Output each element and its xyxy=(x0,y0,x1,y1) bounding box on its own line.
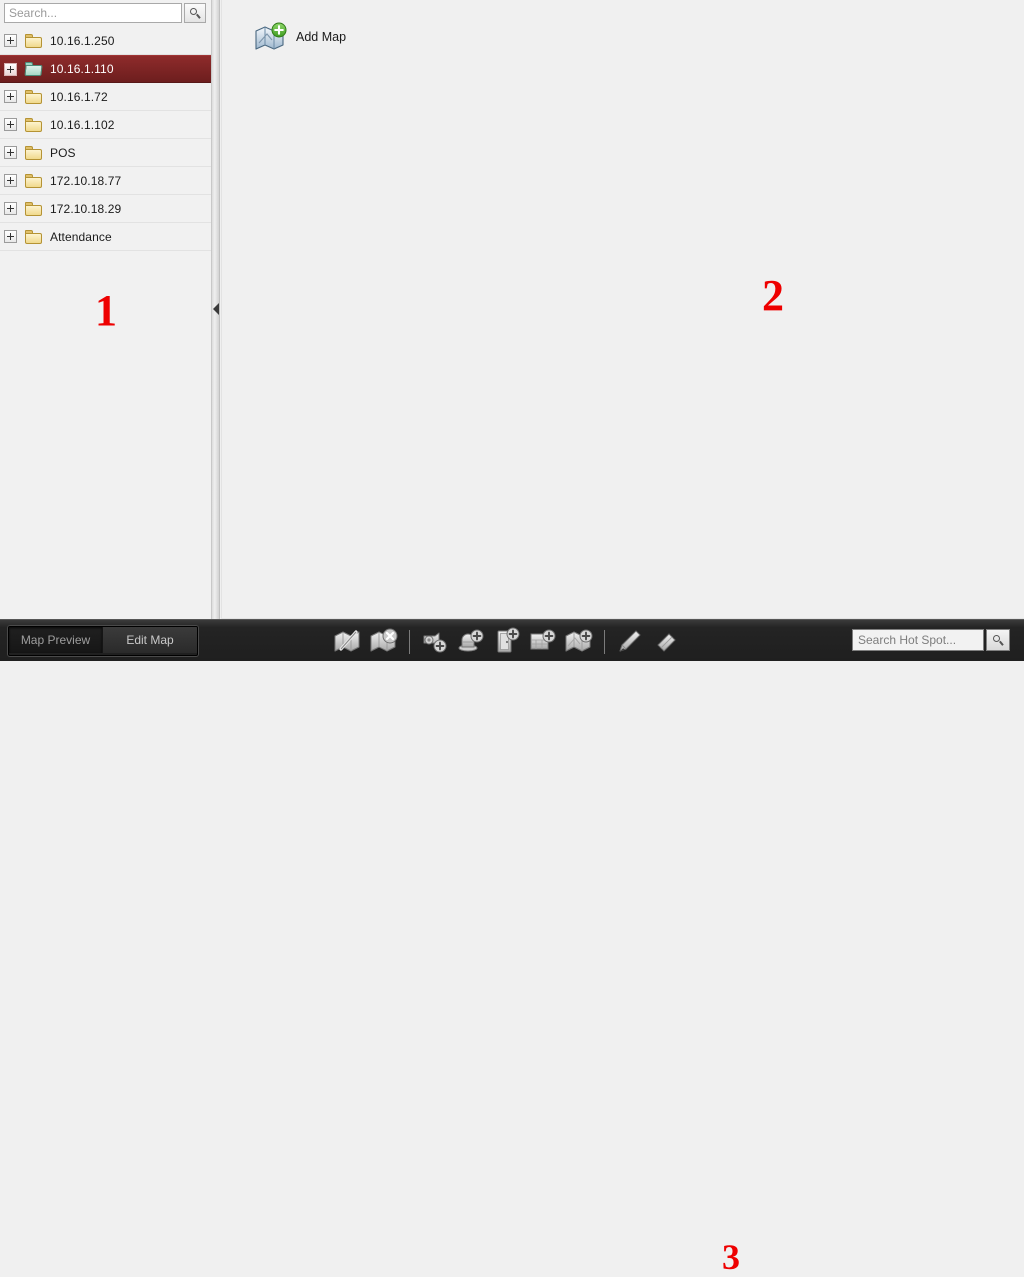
add-camera-icon xyxy=(420,627,450,658)
tree-item[interactable]: 10.16.1.110 xyxy=(0,55,211,83)
device-tree-panel: 10.16.1.250 10.16.1.110 10.16.1.72 10.16.1.… xyxy=(0,0,212,619)
eraser-button[interactable] xyxy=(648,624,684,660)
device-tree: 10.16.1.250 10.16.1.110 10.16.1.72 10.16.1.… xyxy=(0,27,211,619)
add-sub-map-icon xyxy=(564,627,594,658)
folder-closed-icon xyxy=(25,117,42,132)
toolbar-separator xyxy=(409,630,410,654)
eraser-icon xyxy=(651,627,681,658)
folder-closed-icon xyxy=(25,173,42,188)
modify-map-icon xyxy=(333,627,363,658)
tree-item[interactable]: 10.16.1.72 xyxy=(0,83,211,111)
add-map-label: Add Map xyxy=(296,30,347,44)
add-door-icon xyxy=(492,627,522,658)
annotation-2: 2 xyxy=(762,271,784,320)
tree-item[interactable]: 10.16.1.250 xyxy=(0,27,211,55)
tree-item-label: 10.16.1.102 xyxy=(50,117,115,132)
tree-item[interactable]: 10.16.1.102 xyxy=(0,111,211,139)
search-icon xyxy=(189,7,201,19)
folder-closed-icon xyxy=(25,201,42,216)
panel-splitter[interactable] xyxy=(212,0,220,619)
bottom-toolbar: Map Preview Edit Map 3 xyxy=(0,619,1024,1275)
tree-item-label: POS xyxy=(50,145,76,160)
map-tools-group xyxy=(330,622,684,662)
folder-closed-icon xyxy=(25,89,42,104)
tab-map-preview[interactable]: Map Preview xyxy=(9,627,103,653)
folder-closed-icon xyxy=(25,145,42,160)
toolbar-separator xyxy=(604,630,605,654)
annotation-3: 3 xyxy=(722,1237,740,1277)
tree-item-label: 10.16.1.250 xyxy=(50,33,115,48)
search-row xyxy=(0,0,211,26)
add-camera-button[interactable] xyxy=(417,624,453,660)
expand-icon[interactable] xyxy=(4,230,17,243)
pencil-icon xyxy=(615,627,645,658)
delete-map-icon xyxy=(369,627,399,658)
add-alarm-output-icon xyxy=(456,627,486,658)
add-alarm-output-button[interactable] xyxy=(453,624,489,660)
search-icon xyxy=(992,634,1004,646)
search-input[interactable] xyxy=(4,3,182,23)
expand-icon[interactable] xyxy=(4,146,17,159)
chevron-left-icon[interactable] xyxy=(213,303,219,315)
tab-edit-map[interactable]: Edit Map xyxy=(103,627,197,653)
add-sub-map-button[interactable] xyxy=(561,624,597,660)
tree-item[interactable]: 172.10.18.29 xyxy=(0,195,211,223)
expand-icon[interactable] xyxy=(4,90,17,103)
add-zone-button[interactable] xyxy=(525,624,561,660)
folder-closed-icon xyxy=(25,229,42,244)
expand-icon[interactable] xyxy=(4,62,17,76)
modify-map-button[interactable] xyxy=(330,624,366,660)
map-mode-tabs: Map Preview Edit Map xyxy=(8,626,198,656)
tree-item[interactable]: POS xyxy=(0,139,211,167)
tree-item[interactable]: Attendance xyxy=(0,223,211,251)
hot-spot-search-input[interactable] xyxy=(852,629,984,651)
tree-item-label: 10.16.1.72 xyxy=(50,89,108,104)
folder-open-icon xyxy=(24,62,43,76)
hot-spot-search-row xyxy=(852,629,1010,651)
expand-icon[interactable] xyxy=(4,118,17,131)
add-map-icon xyxy=(254,22,288,52)
tree-item-label: 10.16.1.110 xyxy=(50,62,114,76)
map-canvas-area[interactable]: Add Map 2 xyxy=(221,0,1024,619)
map-management-window: 10.16.1.250 10.16.1.110 10.16.1.72 10.16.1.… xyxy=(0,0,1024,1275)
tree-item-label: 172.10.18.77 xyxy=(50,173,122,188)
expand-icon[interactable] xyxy=(4,174,17,187)
tree-item-label: 172.10.18.29 xyxy=(50,201,122,216)
hot-spot-search-button[interactable] xyxy=(986,629,1010,651)
add-zone-icon xyxy=(528,627,558,658)
search-button[interactable] xyxy=(184,3,206,23)
tree-item[interactable]: 172.10.18.77 xyxy=(0,167,211,195)
add-map-button[interactable]: Add Map xyxy=(254,16,346,58)
tree-item-label: Attendance xyxy=(50,229,112,244)
delete-map-button[interactable] xyxy=(366,624,402,660)
pencil-button[interactable] xyxy=(612,624,648,660)
add-door-button[interactable] xyxy=(489,624,525,660)
expand-icon[interactable] xyxy=(4,202,17,215)
expand-icon[interactable] xyxy=(4,34,17,47)
folder-closed-icon xyxy=(25,33,42,48)
